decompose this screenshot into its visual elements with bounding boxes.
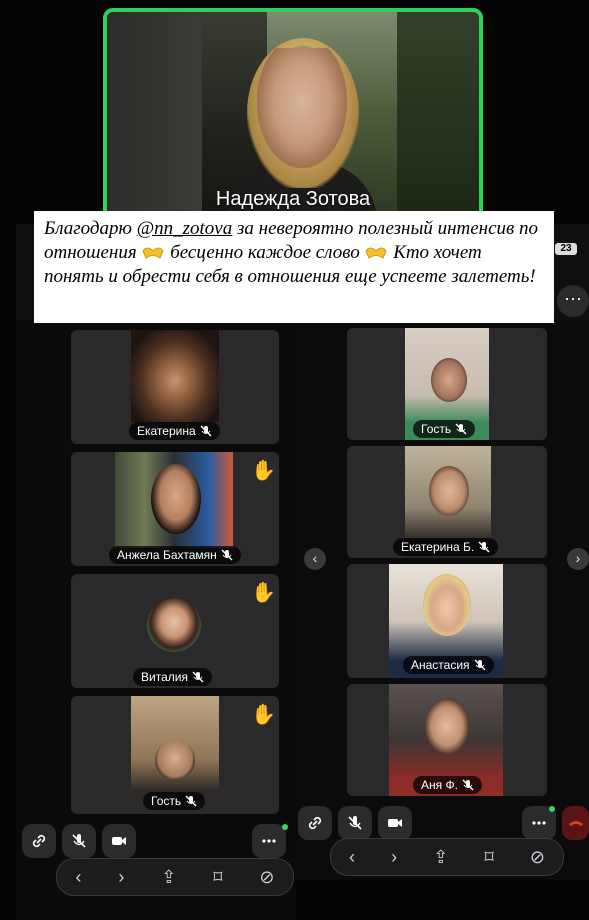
share-icon[interactable]: ⇪ bbox=[433, 847, 448, 868]
more-icon bbox=[532, 821, 546, 825]
next-page-button[interactable]: › bbox=[567, 548, 589, 570]
more-button[interactable] bbox=[252, 824, 286, 858]
raised-hand-icon: ✋ bbox=[251, 704, 276, 726]
status-dot bbox=[549, 806, 555, 812]
participant-tile[interactable]: Екатерина Б. bbox=[347, 446, 547, 558]
caption-text: бесценно каждое слово bbox=[165, 242, 365, 263]
forward-icon[interactable]: › bbox=[391, 847, 397, 868]
participant-name: Анжела Бахтамян bbox=[117, 548, 217, 562]
participant-face bbox=[429, 466, 469, 516]
participant-tile[interactable]: ✋ Анжела Бахтамян bbox=[71, 452, 279, 566]
participant-face bbox=[431, 358, 467, 402]
participant-name: Екатерина Б. bbox=[401, 540, 475, 554]
browser-nav-bar: ‹ › ⇪ ⌑ ⊘ bbox=[56, 858, 294, 896]
raised-hand-icon: ✋ bbox=[251, 460, 276, 482]
camera-button[interactable] bbox=[102, 824, 136, 858]
participant-tile[interactable]: Анастасия bbox=[347, 564, 547, 678]
link-icon bbox=[308, 816, 322, 830]
participant-tile[interactable]: Аня Ф. bbox=[347, 684, 547, 796]
mic-off-icon bbox=[200, 425, 212, 437]
heart-hands-icon bbox=[141, 243, 165, 261]
link-button[interactable] bbox=[298, 806, 332, 840]
bookmark-icon[interactable]: ⌑ bbox=[484, 847, 493, 868]
back-icon[interactable]: ‹ bbox=[349, 847, 355, 868]
participant-name-chip: Гость bbox=[143, 792, 206, 810]
mic-off-icon bbox=[462, 779, 474, 791]
mic-off-icon bbox=[192, 671, 204, 683]
counter-badge: 23 bbox=[555, 243, 577, 255]
mute-button[interactable] bbox=[338, 806, 372, 840]
caption-text: Благодарю bbox=[44, 218, 137, 239]
participant-name: Гость bbox=[151, 794, 182, 808]
participant-tile[interactable]: Екатерина bbox=[71, 330, 279, 444]
participant-tile[interactable]: Гость bbox=[347, 328, 547, 440]
heart-hands-icon bbox=[364, 243, 388, 261]
participant-face bbox=[425, 698, 469, 754]
story-caption: Благодарю @nn_zotova за невероятно полез… bbox=[34, 211, 554, 323]
forward-icon[interactable]: › bbox=[118, 867, 124, 888]
mic-off-icon bbox=[72, 834, 86, 848]
share-icon[interactable]: ⇪ bbox=[161, 867, 176, 888]
compass-icon[interactable]: ⊘ bbox=[530, 847, 545, 868]
raised-hand-icon: ✋ bbox=[251, 582, 276, 604]
mic-off-icon bbox=[455, 423, 467, 435]
active-speaker-tile[interactable]: Надежда Зотова bbox=[103, 8, 483, 220]
bookmark-icon[interactable]: ⌑ bbox=[213, 867, 222, 888]
participant-name-chip: Виталия bbox=[133, 668, 212, 686]
mic-off-icon bbox=[478, 541, 490, 553]
participant-name-chip: Анжела Бахтамян bbox=[109, 546, 241, 564]
browser-nav-bar: ‹ › ⇪ ⌑ ⊘ bbox=[330, 838, 564, 876]
more-icon bbox=[262, 839, 276, 843]
participant-face bbox=[155, 740, 195, 780]
mic-off-icon bbox=[348, 816, 362, 830]
camera-icon bbox=[112, 837, 126, 845]
mention-link[interactable]: @nn_zotova bbox=[137, 218, 233, 239]
more-icon[interactable]: ⋯ bbox=[557, 285, 589, 317]
participant-name: Анастасия bbox=[411, 658, 470, 672]
participant-name-chip: Гость bbox=[413, 420, 476, 438]
hang-up-icon bbox=[568, 821, 583, 826]
hang-up-button[interactable] bbox=[562, 806, 589, 840]
participant-face bbox=[423, 574, 471, 636]
mute-button[interactable] bbox=[62, 824, 96, 858]
participant-name-chip: Аня Ф. bbox=[413, 776, 482, 794]
avatar bbox=[147, 598, 201, 652]
mic-off-icon bbox=[185, 795, 197, 807]
status-dot bbox=[282, 824, 288, 830]
host-name: Надежда Зотова bbox=[215, 188, 371, 210]
prev-page-button[interactable]: ‹ bbox=[304, 548, 326, 570]
participant-face bbox=[151, 464, 201, 534]
participant-name-chip: Екатерина Б. bbox=[393, 538, 499, 556]
camera-button[interactable] bbox=[378, 806, 412, 840]
link-icon bbox=[32, 834, 46, 848]
camera-icon bbox=[388, 819, 402, 827]
participant-name: Аня Ф. bbox=[421, 778, 458, 792]
participant-tile[interactable]: ✋ Виталия bbox=[71, 574, 279, 688]
participant-name: Гость bbox=[421, 422, 452, 436]
mic-off-icon bbox=[221, 549, 233, 561]
host-face bbox=[257, 48, 347, 168]
participant-tile[interactable]: ✋ Гость bbox=[71, 696, 279, 814]
participant-name-chip: Екатерина bbox=[129, 422, 220, 440]
compass-icon[interactable]: ⊘ bbox=[259, 867, 274, 888]
link-button[interactable] bbox=[22, 824, 56, 858]
back-icon[interactable]: ‹ bbox=[75, 867, 81, 888]
mic-off-icon bbox=[474, 659, 486, 671]
participant-name: Виталия bbox=[141, 670, 188, 684]
participant-name: Екатерина bbox=[137, 424, 196, 438]
participant-video bbox=[131, 330, 219, 422]
participant-name-chip: Анастасия bbox=[403, 656, 494, 674]
